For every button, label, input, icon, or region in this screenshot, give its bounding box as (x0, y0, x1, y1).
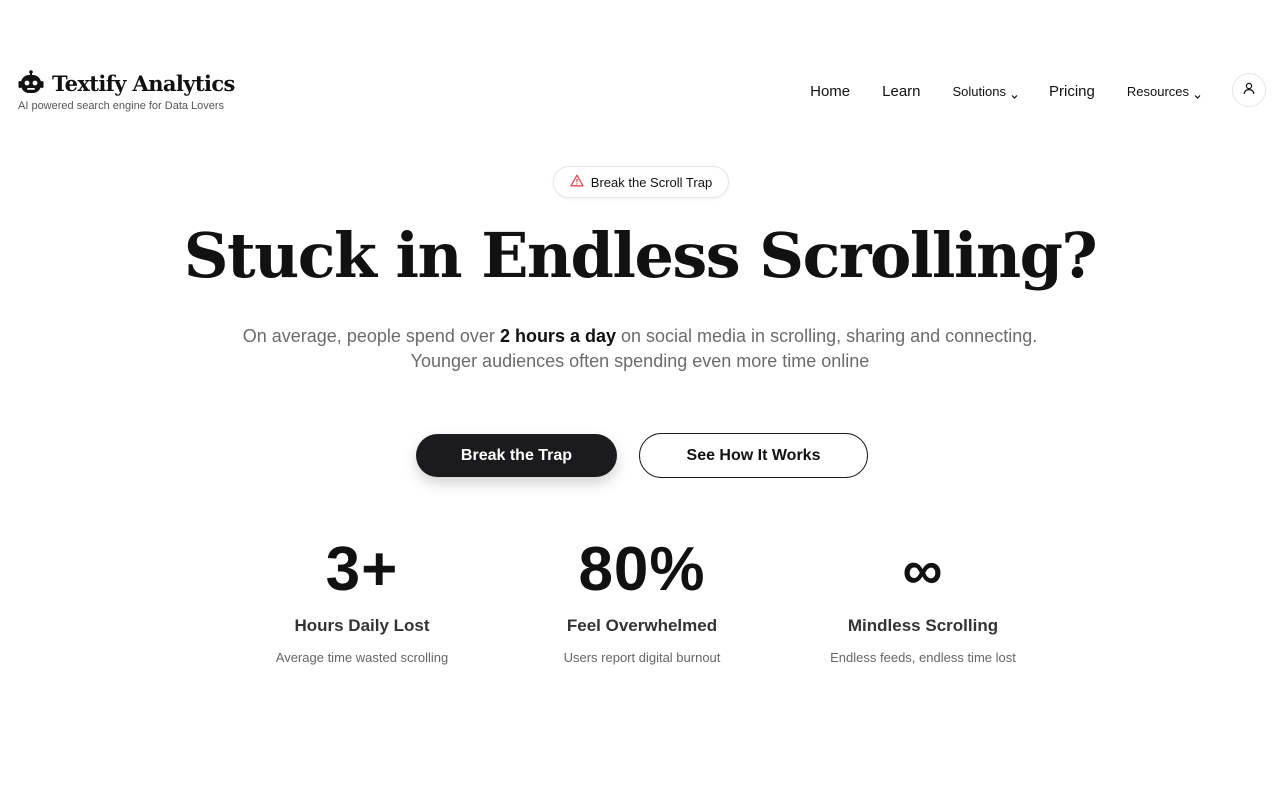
nav-item-label: Learn (882, 82, 921, 100)
brand-name: Textify Analytics (52, 70, 235, 96)
warning-triangle-icon (570, 174, 584, 190)
nav-item-solutions[interactable]: Solutions (952, 83, 1018, 99)
stat-label: Hours Daily Lost (294, 616, 430, 635)
nav-item-learn[interactable]: Learn (882, 83, 920, 100)
user-account-button[interactable] (1232, 73, 1266, 107)
brand-row: Textify Analytics (18, 70, 235, 96)
main-nav: Home Learn Solutions Pricing Resources (778, 80, 1201, 102)
stat-label: Feel Overwhelmed (566, 616, 718, 635)
hero-title: Stuck in Endless Scrolling? (183, 219, 1098, 292)
nav-item-pricing[interactable]: Pricing (1049, 83, 1095, 100)
stat-value: 80% (578, 535, 706, 604)
chevron-down-icon (1011, 88, 1018, 99)
nav-item-resources[interactable]: Resources (1126, 83, 1201, 99)
brand-tagline: AI powered search engine for Data Lovers (18, 100, 225, 112)
stat-value: 3+ (325, 535, 399, 604)
hero-subtitle-emphasis: 2 hours a day (499, 326, 616, 346)
hero-badge: Break the Scroll Trap (553, 166, 729, 198)
nav-item-label: Resources (1126, 83, 1189, 99)
stat-label: Mindless Scrolling (847, 616, 999, 635)
nav-item-label: Pricing (1049, 82, 1095, 100)
landing-page: Textify Analytics AI powered search engi… (0, 0, 1280, 800)
nav-item-label: Home (810, 82, 851, 100)
hero-badge-label: Break the Scroll Trap (590, 174, 713, 190)
see-how-it-works-button[interactable]: See How It Works (639, 433, 868, 478)
stat-value: ∞ (902, 538, 944, 601)
stat-description: Endless feeds, endless time lost (830, 650, 1016, 665)
brand[interactable]: Textify Analytics AI powered search engi… (18, 70, 235, 112)
hero-subtitle-start: On average, people spend over (242, 326, 500, 346)
nav-item-home[interactable]: Home (810, 83, 850, 100)
hero-subtitle: On average, people spend over 2 hours a … (240, 324, 1040, 374)
stat-mindless-scrolling: ∞ Mindless Scrolling Endless feeds, endl… (793, 530, 1053, 665)
stat-hours-lost: 3+ Hours Daily Lost Average time wasted … (232, 530, 492, 665)
chevron-down-icon (1194, 88, 1201, 99)
stat-description: Average time wasted scrolling (275, 650, 449, 665)
stat-overwhelmed: 80% Feel Overwhelmed Users report digita… (512, 530, 772, 665)
nav-item-label: Solutions (952, 83, 1006, 99)
break-the-trap-button[interactable]: Break the Trap (416, 434, 617, 477)
stat-description: Users report digital burnout (563, 650, 721, 665)
user-icon (1243, 82, 1255, 98)
robot-icon (18, 70, 44, 96)
